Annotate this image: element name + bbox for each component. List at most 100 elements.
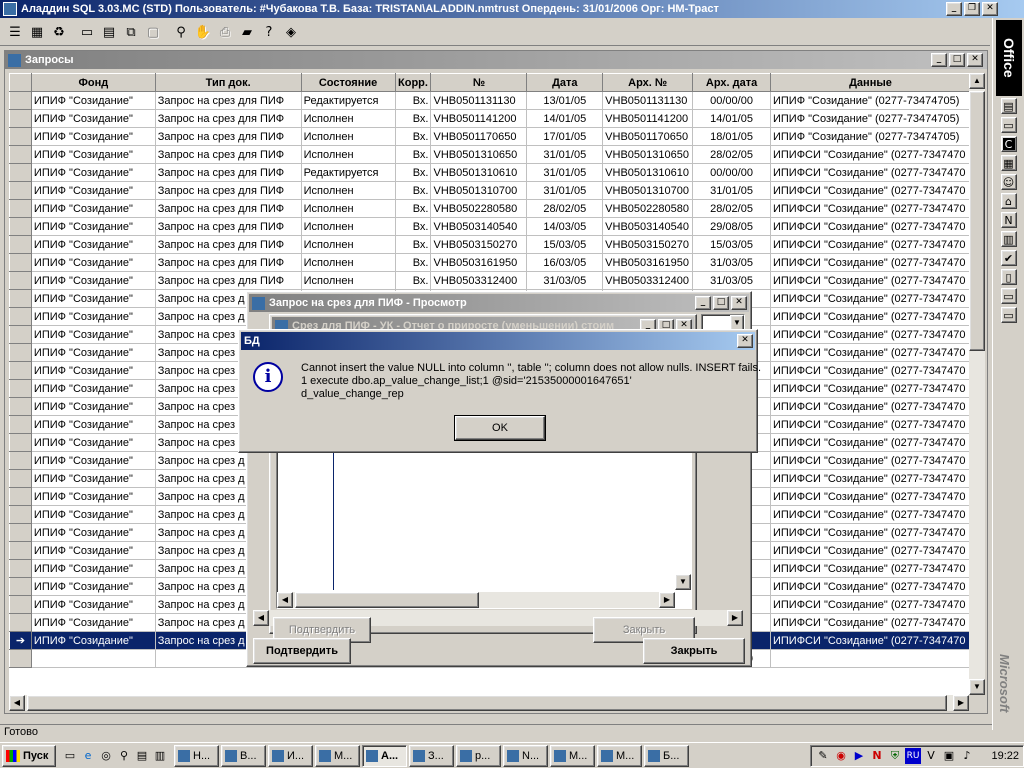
table-cell[interactable]: ИПИФСИ "Созидание" (0277-7347470 — [770, 433, 971, 452]
calendar-icon[interactable]: ▥ — [1000, 231, 1017, 247]
table-cell[interactable]: 31/01/05 — [692, 181, 771, 200]
table-cell[interactable]: ИПИФ "Созидание" — [31, 271, 156, 290]
table-cell[interactable]: 31/03/05 — [692, 253, 771, 272]
table-cell[interactable]: ИПИФ "Созидание" — [31, 397, 156, 416]
table-row[interactable]: ИПИФ "Созидание" Запрос на срез для ПИФ Ис… — [9, 235, 971, 254]
table-row[interactable]: ИПИФ "Созидание" Запрос на срез для ПИФ Ре… — [9, 91, 971, 110]
row-indicator[interactable] — [9, 559, 32, 578]
scroll-thumb[interactable] — [969, 91, 985, 351]
table-cell[interactable]: Вх. — [395, 199, 432, 218]
table-cell[interactable]: ИПИФСИ "Созидание" (0277-7347470 — [770, 631, 971, 650]
table-cell[interactable]: Вх. — [395, 145, 432, 164]
table-cell[interactable]: VHB0501310700 — [430, 181, 528, 200]
column-header[interactable]: № — [430, 73, 528, 92]
table-cell[interactable]: ИПИФ "Созидание" (0277-73474705) — [770, 91, 971, 110]
table-cell[interactable]: ИПИФСИ "Созидание" (0277-7347470 — [770, 271, 971, 290]
view-minimize-button[interactable]: _ — [695, 296, 711, 310]
table-cell[interactable]: VHB0503150270 — [602, 235, 694, 254]
table-row[interactable]: ИПИФ "Созидание" Запрос на срез для ПИФ Ис… — [9, 127, 971, 146]
table-cell[interactable]: ИПИФ "Созидание" — [31, 343, 156, 362]
table-cell[interactable]: 18/01/05 — [692, 127, 771, 146]
taskbar-item[interactable]: М... — [550, 744, 595, 767]
table-cell[interactable]: Запрос на срез для ПИФ — [155, 253, 302, 272]
current-row-arrow-icon[interactable]: ➔ — [9, 631, 32, 650]
minimize-button[interactable]: _ — [946, 2, 962, 16]
table-cell[interactable]: ИПИФСИ "Созидание" (0277-7347470 — [770, 325, 971, 344]
row-indicator[interactable] — [9, 649, 32, 668]
table-cell[interactable]: ИПИФ "Созидание" — [31, 595, 156, 614]
table-row[interactable]: ИПИФ "Созидание" Запрос на срез для ПИФ Ис… — [9, 109, 971, 128]
help-icon[interactable]: ? — [258, 22, 280, 44]
table-cell[interactable]: 15/03/05 — [526, 235, 604, 254]
table-cell[interactable]: ИПИФ "Созидание" — [31, 217, 156, 236]
table-cell[interactable]: ИПИФ "Созидание" — [31, 487, 156, 506]
taskbar-item[interactable]: Б... — [644, 744, 689, 767]
table-cell[interactable]: Запрос на срез для ПИФ — [155, 181, 302, 200]
table-cell[interactable]: VHB0503140540 — [602, 217, 694, 236]
quick-icon[interactable]: ▥ — [152, 748, 168, 764]
row-indicator[interactable] — [9, 289, 32, 308]
column-header[interactable]: Тип док. — [154, 73, 302, 92]
row-indicator[interactable] — [9, 541, 32, 560]
table-cell[interactable]: Исполнен — [301, 271, 396, 290]
table-cell[interactable]: VHB0501310700 — [602, 181, 694, 200]
table-cell[interactable]: ИПИФ "Созидание" — [31, 361, 156, 380]
table-cell[interactable]: 28/02/05 — [692, 199, 771, 218]
table-cell[interactable]: 31/01/05 — [526, 181, 604, 200]
row-indicator[interactable] — [9, 325, 32, 344]
column-header[interactable]: Состояние — [300, 73, 396, 92]
table-cell[interactable]: VHB0501170650 — [430, 127, 528, 146]
column-header[interactable]: Фонд — [30, 73, 156, 92]
table-cell[interactable]: VHB0501310610 — [602, 163, 694, 182]
dialog-titlebar[interactable]: БД ✕ — [241, 332, 755, 350]
taskbar-item[interactable]: З... — [409, 744, 454, 767]
dialog-close-button[interactable]: ✕ — [737, 334, 753, 348]
taskbar-item[interactable]: И... — [268, 744, 313, 767]
table-cell[interactable]: Исполнен — [301, 181, 396, 200]
taskbar-item[interactable]: Н... — [174, 744, 219, 767]
new-document-icon[interactable]: ▤ — [1000, 98, 1017, 114]
row-indicator[interactable] — [9, 145, 32, 164]
window-icon[interactable]: ▭ — [76, 22, 98, 44]
folder2-icon[interactable]: ▭ — [1000, 307, 1017, 323]
table-cell[interactable]: 28/02/05 — [526, 199, 604, 218]
column-header[interactable]: Арх. дата — [692, 73, 771, 92]
table-cell[interactable]: Вх. — [395, 217, 432, 236]
close-view-button[interactable]: Закрыть — [643, 638, 745, 664]
table-cell[interactable]: Исполнен — [301, 145, 396, 164]
table-cell[interactable]: VHB0501131130 — [602, 91, 694, 110]
table-cell[interactable]: ИПИФ "Созидание" — [31, 253, 156, 272]
taskbar-item[interactable]: N... — [503, 744, 548, 767]
row-indicator[interactable] — [9, 91, 32, 110]
row-indicator[interactable] — [9, 271, 32, 290]
table-cell[interactable]: Исполнен — [301, 199, 396, 218]
table-cell[interactable]: ИПИФСИ "Созидание" (0277-7347470 — [770, 415, 971, 434]
table-cell[interactable]: Вх. — [395, 253, 432, 272]
table-cell[interactable]: ИПИФ "Созидание" — [31, 505, 156, 524]
table-cell[interactable]: ИПИФСИ "Созидание" (0277-7347470 — [770, 379, 971, 398]
n-icon[interactable]: N — [1000, 212, 1017, 228]
vertical-scrollbar[interactable]: ▲ ▼ — [969, 73, 985, 695]
table-cell[interactable]: ИПИФСИ "Созидание" (0277-7347470 — [770, 253, 971, 272]
table-cell[interactable]: ИПИФСИ "Созидание" (0277-7347470 — [770, 307, 971, 326]
clock[interactable]: 19:22 — [991, 750, 1019, 762]
tray-volume-icon[interactable]: ♪ — [959, 748, 975, 764]
open-document-icon[interactable]: ▭ — [1000, 117, 1017, 133]
table-cell[interactable] — [770, 649, 971, 668]
table-cell[interactable]: VHB0501310650 — [602, 145, 694, 164]
table-cell[interactable]: ИПИФ "Созидание" — [31, 541, 156, 560]
user-icon[interactable]: ☺ — [1000, 174, 1017, 190]
taskbar-item[interactable]: В... — [221, 744, 266, 767]
taskbar-item[interactable]: М... — [315, 744, 360, 767]
table-cell[interactable]: Запрос на срез для ПИФ — [155, 127, 302, 146]
table-cell[interactable]: VHB0501131130 — [430, 91, 528, 110]
row-indicator[interactable] — [9, 487, 32, 506]
folder-icon[interactable]: ▭ — [1000, 288, 1017, 304]
table-cell[interactable]: Исполнен — [301, 127, 396, 146]
row-indicator[interactable] — [9, 127, 32, 146]
table-cell[interactable]: ИПИФ "Созидание" — [31, 631, 156, 650]
report-hscroll-thumb[interactable] — [295, 592, 479, 608]
table-cell[interactable]: 28/02/05 — [692, 145, 771, 164]
cmd-icon[interactable]: C — [1000, 136, 1017, 152]
row-indicator[interactable] — [9, 415, 32, 434]
